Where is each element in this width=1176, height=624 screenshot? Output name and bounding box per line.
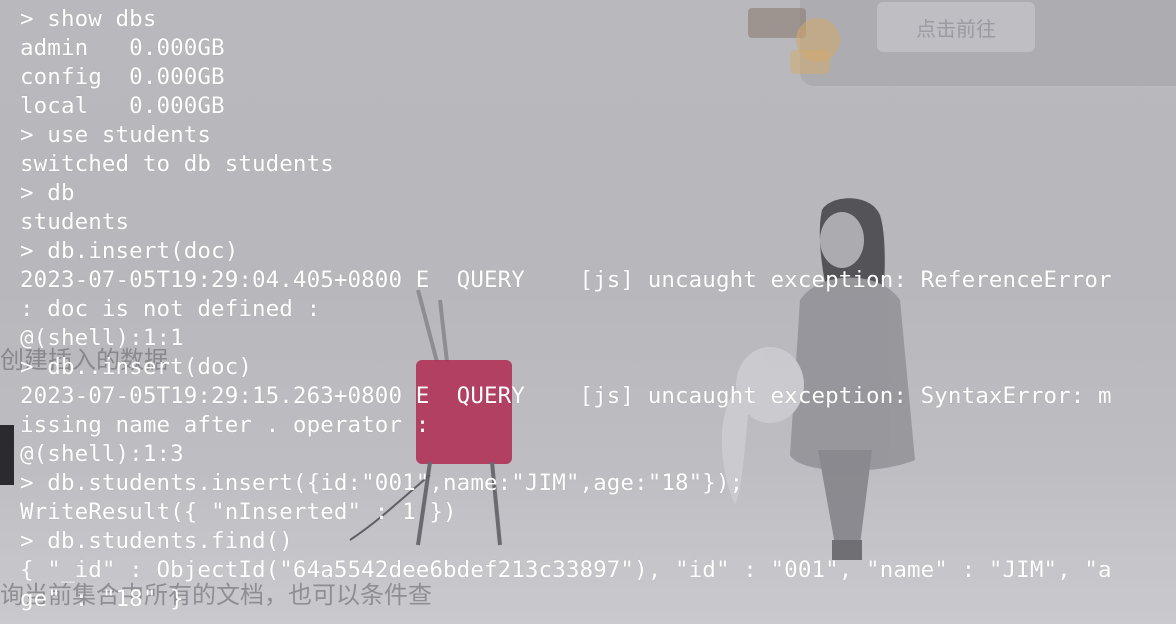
terminal-line: admin 0.000GB xyxy=(20,35,225,61)
terminal-line: 2023-07-05T19:29:04.405+0800 E QUERY [js… xyxy=(20,267,1112,293)
terminal-line: > db.students.find() xyxy=(20,528,293,554)
terminal-line: config 0.000GB xyxy=(20,64,225,90)
terminal-line: > db..insert(doc) xyxy=(20,354,252,380)
terminal-line: : doc is not defined : xyxy=(20,296,321,322)
terminal-line: > db xyxy=(20,180,75,206)
terminal-line: { "_id" : ObjectId("64a5542dee6bdef213c3… xyxy=(20,557,1112,583)
mongo-shell-output: > show dbs admin 0.000GB config 0.000GB … xyxy=(0,0,1176,624)
terminal-line: > use students xyxy=(20,122,212,148)
terminal-line: switched to db students xyxy=(20,151,334,177)
terminal-line: @(shell):1:3 xyxy=(20,441,184,467)
terminal-line: local 0.000GB xyxy=(20,93,225,119)
terminal-line: WriteResult({ "nInserted" : 1 }) xyxy=(20,499,457,525)
terminal-line: > db.students.insert({id:"001",name:"JIM… xyxy=(20,470,744,496)
terminal-line: @(shell):1:1 xyxy=(20,325,184,351)
terminal-line: ge" : "18" } xyxy=(20,586,184,612)
terminal-line: students xyxy=(20,209,130,235)
terminal-line: 2023-07-05T19:29:15.263+0800 E QUERY [js… xyxy=(20,383,1112,409)
terminal-line: > show dbs xyxy=(20,6,157,32)
terminal-line: issing name after . operator : xyxy=(20,412,430,438)
terminal-line: > db.insert(doc) xyxy=(20,238,239,264)
